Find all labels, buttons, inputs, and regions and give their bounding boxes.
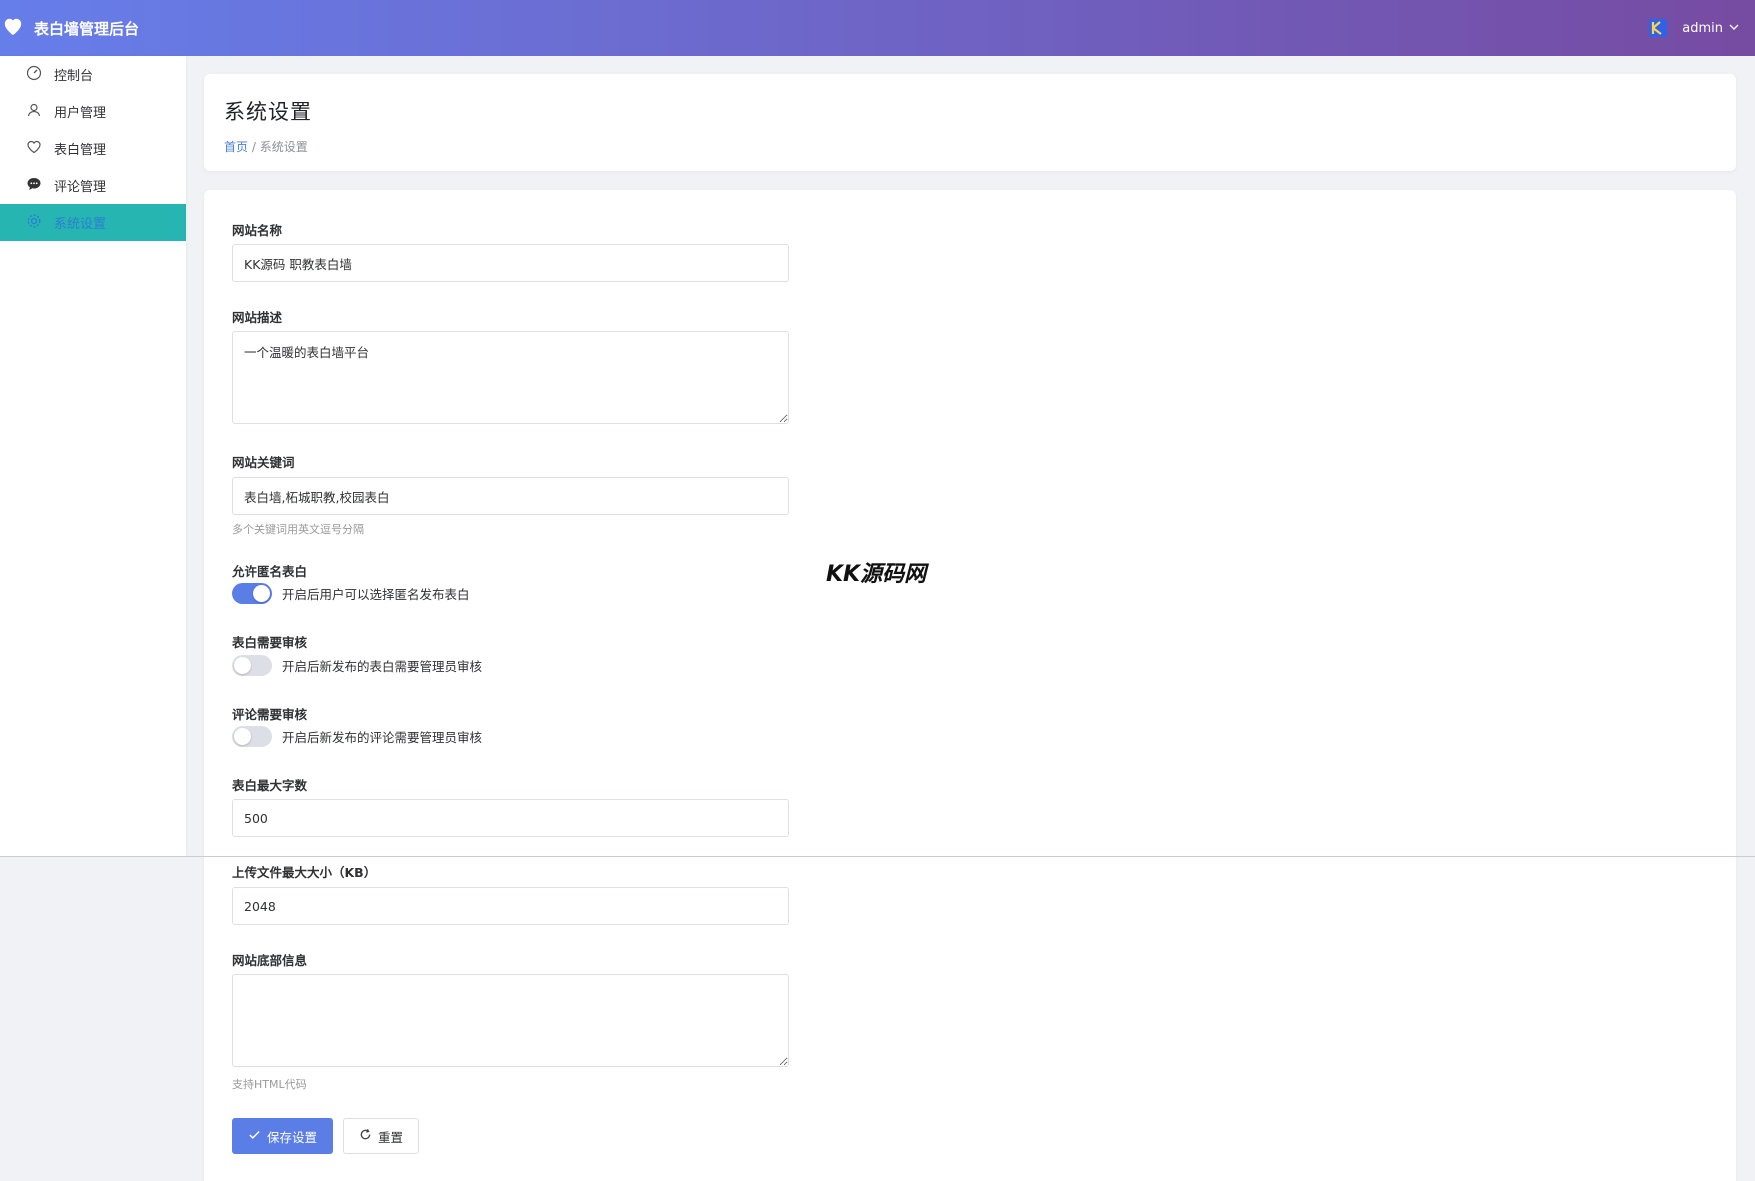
site-name-input[interactable] bbox=[232, 244, 789, 282]
breadcrumb-home-link[interactable]: 首页 bbox=[224, 140, 248, 154]
chevron-down-icon bbox=[1729, 21, 1739, 36]
sidebar-item-label: 表白管理 bbox=[54, 143, 107, 158]
sidebar-item-label: 用户管理 bbox=[54, 106, 107, 121]
screenshot-seam-divider bbox=[0, 856, 1755, 857]
dashboard-icon bbox=[26, 65, 42, 85]
toggle-knob bbox=[234, 728, 251, 745]
page-title: 系统设置 bbox=[224, 100, 312, 124]
breadcrumb: 首页 / 系统设置 bbox=[224, 138, 1716, 155]
site-desc-label: 网站描述 bbox=[232, 310, 283, 325]
save-button-label: 保存设置 bbox=[266, 1129, 317, 1145]
site-name-label: 网站名称 bbox=[232, 223, 283, 238]
confession-review-row: 开启后新发布的表白需要管理员审核 bbox=[232, 655, 482, 676]
sidebar-item-dashboard[interactable]: 控制台 bbox=[0, 56, 186, 93]
comment-icon bbox=[26, 176, 42, 196]
breadcrumb-separator: / bbox=[251, 140, 256, 154]
confession-review-toggle[interactable] bbox=[232, 655, 272, 676]
comment-review-label: 评论需要审核 bbox=[232, 707, 308, 722]
sidebar-item-settings[interactable]: 系统设置 bbox=[0, 204, 186, 241]
toggle-knob bbox=[253, 585, 270, 602]
user-name: admin bbox=[1682, 20, 1723, 36]
max-upload-input[interactable] bbox=[232, 887, 789, 925]
footer-info-textarea[interactable] bbox=[232, 974, 789, 1067]
avatar[interactable] bbox=[1648, 18, 1668, 38]
site-keywords-label: 网站关键词 bbox=[232, 455, 295, 470]
max-upload-label: 上传文件最大大小（KB） bbox=[232, 865, 377, 880]
check-icon bbox=[248, 1128, 261, 1144]
save-button[interactable]: 保存设置 bbox=[232, 1118, 333, 1154]
site-keywords-hint: 多个关键词用英文逗号分隔 bbox=[232, 523, 364, 536]
comment-review-desc: 开启后新发布的评论需要管理员审核 bbox=[282, 730, 483, 745]
comment-review-toggle[interactable] bbox=[232, 726, 272, 747]
site-keywords-input[interactable] bbox=[232, 477, 789, 515]
sidebar-item-users[interactable]: 用户管理 bbox=[0, 93, 186, 130]
watermark: KK源码网 bbox=[826, 562, 927, 587]
sidebar-item-label: 系统设置 bbox=[54, 217, 107, 232]
max-chars-input[interactable] bbox=[232, 799, 789, 837]
footer-info-hint: 支持HTML代码 bbox=[232, 1078, 307, 1091]
sidebar-item-comments[interactable]: 评论管理 bbox=[0, 167, 186, 204]
sidebar: 控制台 用户管理 表白管理 评论管理 系统设置 bbox=[0, 56, 186, 856]
footer-info-label: 网站底部信息 bbox=[232, 953, 308, 968]
sidebar-item-confessions[interactable]: 表白管理 bbox=[0, 130, 186, 167]
user-menu[interactable]: admin bbox=[1682, 21, 1739, 36]
user-icon bbox=[26, 102, 42, 122]
sidebar-item-label: 控制台 bbox=[54, 69, 94, 84]
sidebar-item-label: 评论管理 bbox=[54, 180, 107, 195]
reset-button[interactable]: 重置 bbox=[343, 1118, 419, 1154]
heart-icon bbox=[2, 16, 24, 40]
app-title: 表白墙管理后台 bbox=[34, 19, 140, 38]
toggle-knob bbox=[234, 657, 251, 674]
settings-form: 网站名称 网站描述 一个温暖的表白墙平台 网站关键词 多个关键词用英文逗号分隔 … bbox=[204, 190, 1736, 1181]
anonymous-desc: 开启后用户可以选择匿名发布表白 bbox=[282, 587, 470, 602]
page-header: 系统设置 首页 / 系统设置 bbox=[204, 74, 1736, 171]
breadcrumb-current: 系统设置 bbox=[259, 140, 308, 154]
refresh-icon bbox=[359, 1128, 372, 1144]
gear-icon bbox=[26, 213, 42, 233]
confession-review-label: 表白需要审核 bbox=[232, 635, 308, 650]
max-chars-label: 表白最大字数 bbox=[232, 778, 308, 793]
anonymous-toggle[interactable] bbox=[232, 583, 272, 604]
anonymous-row: 开启后用户可以选择匿名发布表白 bbox=[232, 583, 470, 604]
confession-review-desc: 开启后新发布的表白需要管理员审核 bbox=[282, 659, 483, 674]
anonymous-label: 允许匿名表白 bbox=[232, 564, 308, 579]
heart-outline-icon bbox=[26, 139, 42, 159]
reset-button-label: 重置 bbox=[377, 1129, 403, 1145]
top-bar: 表白墙管理后台 admin bbox=[0, 0, 1755, 56]
brand: 表白墙管理后台 bbox=[0, 16, 139, 40]
site-desc-textarea[interactable]: 一个温暖的表白墙平台 bbox=[232, 331, 789, 424]
comment-review-row: 开启后新发布的评论需要管理员审核 bbox=[232, 726, 482, 747]
